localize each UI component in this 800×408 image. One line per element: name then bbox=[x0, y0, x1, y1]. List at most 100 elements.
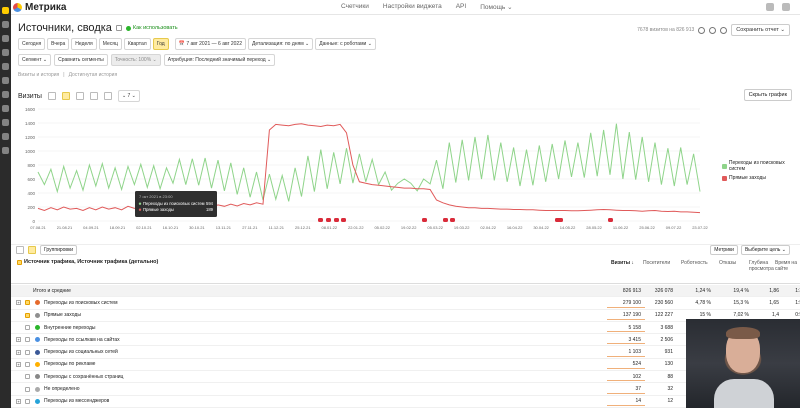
table-total-row[interactable]: Итого и средние 826 913 326 078 1,24 % 19,4 … bbox=[11, 285, 800, 298]
info-icon[interactable] bbox=[709, 26, 717, 34]
expand-row-icon[interactable]: + bbox=[16, 349, 21, 355]
metrics-button[interactable]: Метрики bbox=[710, 245, 738, 255]
audience-icon[interactable] bbox=[2, 105, 9, 112]
col-visitors[interactable]: Посетители bbox=[643, 260, 677, 266]
row-source-name[interactable]: Не определено bbox=[44, 386, 80, 392]
row-checkbox[interactable] bbox=[25, 325, 30, 331]
row-checkbox[interactable] bbox=[25, 386, 30, 392]
segment-button[interactable]: Сегмент ⌄ bbox=[18, 54, 52, 66]
help-icon[interactable] bbox=[2, 147, 9, 154]
row-source-name[interactable]: Переходы из мессенджеров bbox=[44, 398, 109, 404]
legend-item-direct[interactable]: Прямые заходы bbox=[722, 175, 800, 181]
table-row[interactable]: Внутренние переходы 5 158 3 688 bbox=[11, 322, 800, 335]
accuracy-select[interactable]: Точность: 100% ⌄ bbox=[110, 54, 161, 66]
nav-counters[interactable]: Счетчики bbox=[341, 3, 369, 11]
reports-icon[interactable] bbox=[2, 21, 9, 28]
col-robots[interactable]: Роботность bbox=[681, 260, 715, 266]
date-range-picker[interactable]: 📅 7 авг 2021 — 6 авг 2022 bbox=[174, 38, 246, 50]
row-checkbox[interactable] bbox=[25, 349, 30, 355]
row-source-name[interactable]: Переходы из социальных сетей bbox=[44, 349, 118, 355]
col-time[interactable]: Время на сайте bbox=[775, 260, 800, 272]
chart-period-select[interactable]: ⌄ 7 ⌄ bbox=[117, 90, 140, 102]
source-icon bbox=[35, 300, 40, 306]
home-icon[interactable] bbox=[2, 7, 9, 14]
settings-icon[interactable] bbox=[2, 133, 9, 140]
col-bounce[interactable]: Отказы bbox=[719, 260, 753, 266]
table-view-icon[interactable] bbox=[16, 245, 24, 254]
nav-api[interactable]: API bbox=[456, 3, 466, 11]
detail-select[interactable]: Детализация: по дням ⌄ bbox=[248, 38, 314, 50]
row-checkbox[interactable] bbox=[25, 312, 30, 318]
ecommerce-icon[interactable] bbox=[2, 119, 9, 126]
table-row[interactable]: Не определено 37 32 bbox=[11, 383, 800, 396]
groupings-button[interactable]: Группировки bbox=[40, 244, 78, 255]
row-checkbox[interactable] bbox=[25, 361, 30, 367]
webvisor-icon[interactable] bbox=[2, 63, 9, 70]
goals-icon[interactable] bbox=[2, 49, 9, 56]
x-tick-label: 11.12.21 bbox=[269, 225, 285, 230]
select-all-checkbox[interactable] bbox=[17, 259, 22, 265]
row-source-name[interactable]: Прямые заходы bbox=[44, 312, 81, 318]
data-mode-select[interactable]: Данные: с роботами ⌄ bbox=[315, 38, 376, 50]
expand-row-icon[interactable]: + bbox=[16, 337, 21, 343]
save-report-button[interactable]: Сохранить отчет ⌄ bbox=[731, 24, 790, 36]
dashboard-icon[interactable] bbox=[2, 35, 9, 42]
y-tick-label: 1000 bbox=[25, 149, 36, 154]
row-checkbox[interactable] bbox=[25, 300, 30, 306]
bar-chart-icon[interactable] bbox=[89, 92, 98, 100]
row-source-name[interactable]: Переходы по ссылкам на сайтах bbox=[44, 337, 120, 343]
row-checkbox[interactable] bbox=[25, 398, 30, 404]
crumb-history[interactable]: Достигнутая история bbox=[69, 72, 118, 78]
area-chart-icon[interactable] bbox=[75, 92, 84, 100]
expand-row-icon[interactable]: + bbox=[16, 361, 21, 367]
col-visits[interactable]: Визиты ↓ bbox=[611, 260, 645, 266]
row-value-0: 1 103 bbox=[628, 349, 641, 356]
legend-item-search[interactable]: Переходы из поисковых систем bbox=[722, 160, 800, 172]
row-source-name[interactable]: Внутренние переходы bbox=[44, 325, 96, 331]
hide-chart-button[interactable]: Скрыть график bbox=[743, 89, 792, 101]
value-underline bbox=[607, 355, 645, 357]
row-value-0: 826 913 bbox=[622, 287, 641, 294]
nav-widget-settings[interactable]: Настройки виджета bbox=[383, 3, 442, 11]
favorite-icon[interactable] bbox=[115, 25, 122, 31]
row-checkbox[interactable] bbox=[25, 337, 30, 343]
chart-settings-icon[interactable] bbox=[47, 92, 56, 100]
table-row[interactable]: + Переходы по рекламе 524 130 bbox=[11, 359, 800, 372]
table-flat-icon[interactable] bbox=[28, 245, 36, 254]
period-yesterday[interactable]: Вчера bbox=[47, 38, 70, 50]
in-use-badge[interactable]: Как использовать bbox=[125, 25, 178, 31]
row-source-name[interactable]: Переходы с сохранённых страниц bbox=[44, 374, 123, 380]
table-row[interactable]: + Переходы из мессенджеров 14 12 bbox=[11, 396, 800, 408]
compare-segments-button[interactable]: Сравнить сегменты bbox=[54, 54, 108, 66]
nav-help[interactable]: Помощь ⌄ bbox=[480, 3, 512, 11]
notifications-icon[interactable] bbox=[766, 3, 774, 11]
line-chart-icon[interactable] bbox=[61, 92, 70, 100]
row-source-name[interactable]: Переходы из поисковых систем bbox=[44, 300, 118, 306]
first-column-header[interactable]: Источник трафика, Источник трафика (дета… bbox=[24, 259, 158, 265]
expand-row-icon[interactable]: + bbox=[16, 398, 21, 404]
table-row[interactable]: Прямые заходы 137 190 122 227 15 % 7,02 % 1,4… bbox=[11, 310, 800, 322]
y-tick-label: 200 bbox=[27, 205, 35, 210]
period-quarter[interactable]: Квартал bbox=[123, 38, 151, 50]
share-icon[interactable] bbox=[720, 26, 728, 34]
pie-chart-icon[interactable] bbox=[103, 92, 112, 100]
table-row[interactable]: + Переходы из поисковых систем 279 100 230 … bbox=[11, 297, 800, 310]
period-today[interactable]: Сегодня bbox=[18, 38, 46, 50]
table-row[interactable]: + Переходы по ссылкам на сайтах 3 415 2 506 bbox=[11, 334, 800, 347]
goal-select[interactable]: Выберите цель ⌄ bbox=[740, 245, 790, 255]
row-source-name[interactable]: Переходы по рекламе bbox=[44, 361, 95, 367]
row-checkbox[interactable] bbox=[25, 374, 30, 380]
expand-row-icon[interactable]: + bbox=[16, 300, 21, 306]
period-year[interactable]: Год bbox=[152, 38, 169, 50]
crumb-visits[interactable]: Визиты и история bbox=[18, 72, 59, 78]
table-row[interactable]: + Переходы из социальных сетей 1 103 931 bbox=[11, 346, 800, 359]
maps-icon[interactable] bbox=[2, 77, 9, 84]
logo[interactable]: Метрика bbox=[13, 2, 66, 13]
attribution-select[interactable]: Атрибуция: Последний значимый переход ⌄ bbox=[163, 54, 276, 66]
clock-icon[interactable] bbox=[698, 26, 706, 34]
user-avatar-icon[interactable] bbox=[782, 3, 790, 11]
table-row[interactable]: Переходы с сохранённых страниц 102 88 bbox=[11, 371, 800, 384]
segments-icon[interactable] bbox=[2, 91, 9, 98]
period-month[interactable]: Месяц bbox=[98, 38, 122, 50]
period-week[interactable]: Неделя bbox=[71, 38, 97, 50]
